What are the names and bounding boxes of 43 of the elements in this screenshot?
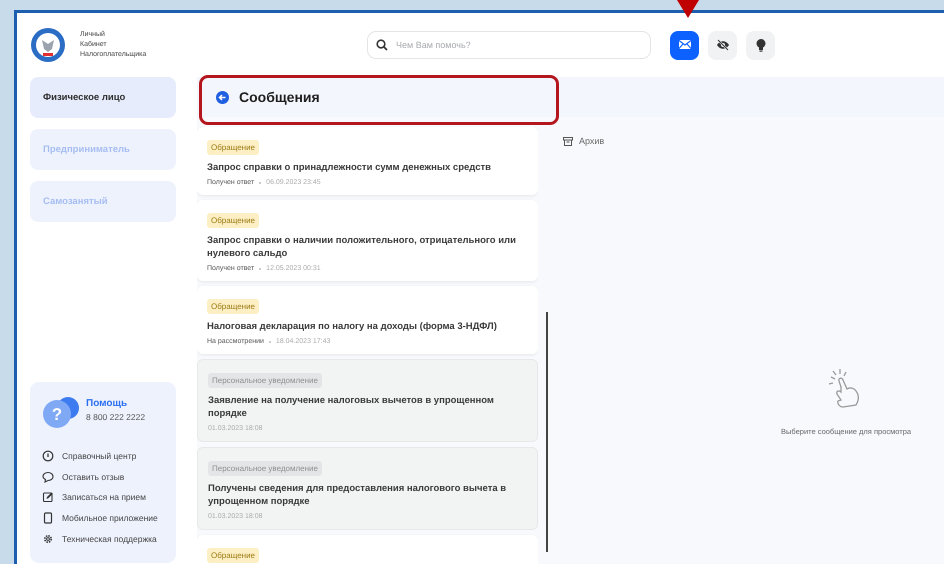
message-title: Запрос справки о наличии положительного, отрицательного или нулевого сальдо <box>207 234 517 260</box>
separator-dot <box>259 182 262 184</box>
category-tag: Обращение <box>207 140 259 155</box>
emblem-logo <box>30 27 66 63</box>
category-tag: Персональное уведомление <box>208 373 322 388</box>
smartphone-icon <box>42 512 54 524</box>
envelope-icon <box>678 38 692 52</box>
scrollbar[interactable] <box>546 312 548 552</box>
help-title[interactable]: Помощь <box>86 398 146 409</box>
message-title: Налоговая декларация по налогу на доходы (форма 3-НДФЛ) <box>207 320 498 333</box>
back-arrow-icon[interactable] <box>216 90 229 104</box>
message-card[interactable]: Обращение <box>197 535 538 564</box>
crossed-eye-icon <box>716 38 730 52</box>
archive-link[interactable]: Архив <box>563 136 944 146</box>
help-link[interactable]: Оставить отзыв <box>62 472 124 482</box>
help-link[interactable]: Мобильное приложение <box>62 512 158 523</box>
envelope-button[interactable] <box>670 30 699 60</box>
sidebar-item[interactable]: Физическое лицо <box>30 77 176 118</box>
category-tag: Обращение <box>207 548 259 563</box>
message-title: Заявление на получение налоговых вычетов в упрощенном порядке <box>208 394 495 420</box>
message-title: Получены сведения для предоставления налогового вычета в упрощенном порядке <box>208 482 508 508</box>
pointer-arrow <box>677 0 699 18</box>
help-link[interactable]: Справочный центр <box>62 450 136 461</box>
page-title: Сообщения <box>239 89 320 105</box>
light-bulb-button[interactable] <box>746 30 775 60</box>
category-tag: Обращение <box>207 213 259 228</box>
info-icon <box>42 450 54 462</box>
light-bulb-icon <box>754 38 768 52</box>
search-icon <box>376 39 388 51</box>
gear-icon <box>42 532 54 545</box>
search-field[interactable]: Чем Вам помочь? <box>367 31 651 59</box>
separator-dot <box>268 340 271 342</box>
help-link[interactable]: Техническая поддержка <box>62 534 157 544</box>
category-tag: Обращение <box>207 299 259 314</box>
archive-box-icon <box>563 136 573 146</box>
speech-bubble-icon <box>42 470 54 483</box>
edit-icon <box>42 491 54 504</box>
help-link[interactable]: Записаться на прием <box>62 492 146 502</box>
crossed-eye-button[interactable] <box>708 30 737 60</box>
category-tag: Персональное уведомление <box>208 461 322 476</box>
message-title: Запрос справки о принадлежности сумм денежных средств <box>207 161 492 174</box>
separator-dot <box>259 268 262 270</box>
phone-number: 8 800 222 2222 <box>86 412 146 422</box>
